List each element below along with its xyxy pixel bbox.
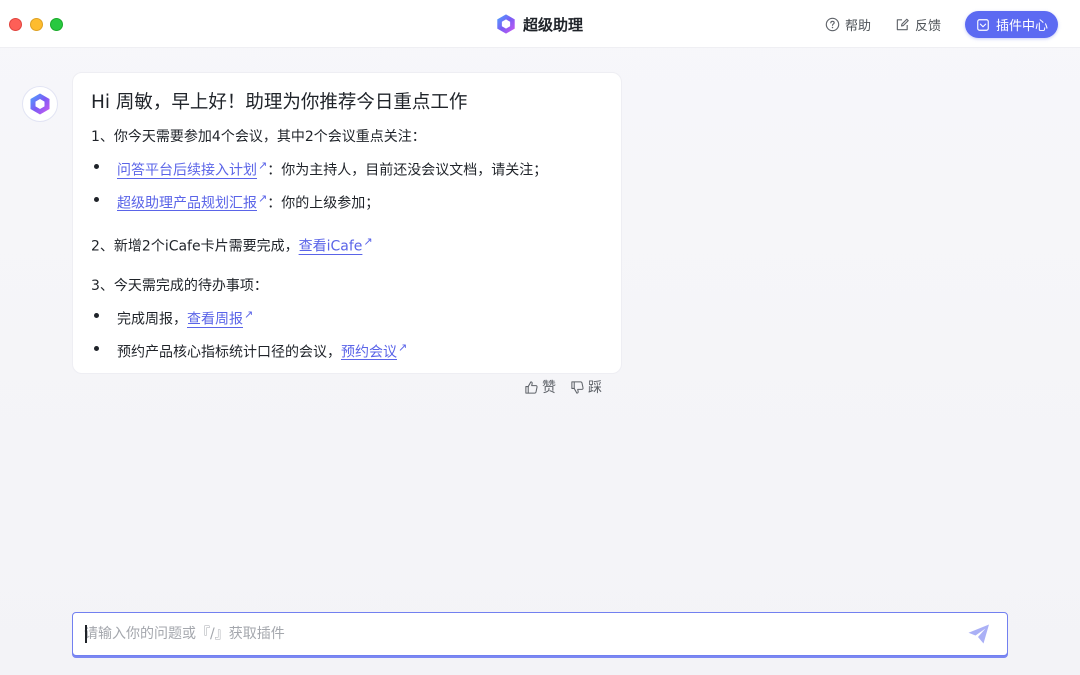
- edit-icon: [896, 18, 909, 31]
- view-weekly-report-link[interactable]: 查看周报: [187, 312, 243, 328]
- window-close-button[interactable]: [9, 18, 22, 31]
- external-link-icon: ↗: [363, 235, 373, 249]
- view-icafe-link[interactable]: 查看iCafe: [299, 239, 363, 255]
- thumbs-down-icon: [571, 380, 584, 394]
- feedback-label: 反馈: [914, 19, 941, 34]
- list-item: 超级助理产品规划汇报↗：你的上级参加；: [91, 185, 603, 218]
- meetings-list: 问答平台后续接入计划↗：你为主持人，目前还没会议文档，请关注； 超级助理产品规划…: [91, 152, 603, 217]
- assistant-logo-icon: [30, 93, 50, 115]
- feedback-button[interactable]: 反馈: [895, 15, 941, 34]
- window-maximize-button[interactable]: [50, 18, 63, 31]
- help-button[interactable]: 帮助: [825, 15, 871, 34]
- message-feedback: 赞 踩: [524, 376, 602, 398]
- external-link-icon: ↗: [258, 159, 268, 172]
- list-item: 完成周报，查看周报↗: [91, 301, 603, 334]
- like-button[interactable]: 赞: [524, 377, 556, 397]
- plugin-icon: [977, 18, 989, 31]
- todo-text: 预约产品核心指标统计口径的会议，: [117, 344, 341, 361]
- external-link-icon: ↗: [398, 340, 408, 354]
- like-label: 赞: [542, 380, 556, 396]
- text-caret: [85, 625, 87, 643]
- help-label: 帮助: [844, 19, 871, 34]
- meetings-section-title: 1、你今天需要参加4个会议，其中2个会议重点关注：: [91, 129, 426, 145]
- greeting-heading: Hi 周敏，早上好！助理为你推荐今日重点工作: [91, 92, 468, 113]
- assistant-avatar: [22, 86, 58, 122]
- todo-text: 完成周报，: [117, 311, 187, 328]
- chat-input-box: [72, 612, 1008, 656]
- dislike-button[interactable]: 踩: [570, 377, 602, 397]
- todo-section-title: 3、今天需完成的待办事项：: [91, 277, 268, 294]
- window-minimize-button[interactable]: [30, 18, 43, 31]
- meeting-note: ：你为主持人，目前还没会议文档，请关注；: [267, 162, 548, 179]
- title-bar: 超级助理 帮助 反馈 插件中心: [0, 0, 1080, 48]
- plugin-center-button[interactable]: 插件中心: [964, 11, 1058, 38]
- meeting-link-product-plan[interactable]: 超级助理产品规划汇报: [117, 195, 257, 211]
- meeting-link-qa-platform[interactable]: 问答平台后续接入计划: [117, 163, 257, 179]
- plugin-center-label: 插件中心: [995, 19, 1048, 34]
- icafe-text: 2、新增2个iCafe卡片需要完成，: [91, 238, 299, 255]
- assistant-message: Hi 周敏，早上好！助理为你推荐今日重点工作 1、你今天需要参加4个会议，其中2…: [72, 72, 622, 374]
- list-item: 预约产品核心指标统计口径的会议，预约会议↗: [91, 334, 603, 367]
- meeting-note: ：你的上级参加；: [267, 195, 380, 212]
- app-title: 超级助理: [495, 12, 583, 36]
- chat-input[interactable]: [84, 613, 944, 654]
- header-actions: 帮助 反馈 插件中心: [825, 11, 1058, 38]
- todo-list: 完成周报，查看周报↗ 预约产品核心指标统计口径的会议，预约会议↗: [91, 301, 603, 366]
- external-link-icon: ↗: [244, 307, 254, 321]
- book-meeting-link[interactable]: 预约会议: [341, 344, 397, 360]
- help-icon: [825, 17, 840, 32]
- dislike-label: 踩: [588, 380, 602, 396]
- icafe-section: 2、新增2个iCafe卡片需要完成，查看iCafe↗: [91, 229, 603, 260]
- app-logo-icon: [495, 13, 517, 35]
- send-icon: [968, 624, 989, 644]
- thumbs-up-icon: [525, 380, 538, 394]
- send-button[interactable]: [967, 623, 991, 645]
- external-link-icon: ↗: [258, 191, 268, 205]
- app-title-text: 超级助理: [523, 15, 584, 34]
- list-item: 问答平台后续接入计划↗：你为主持人，目前还没会议文档，请关注；: [91, 152, 603, 185]
